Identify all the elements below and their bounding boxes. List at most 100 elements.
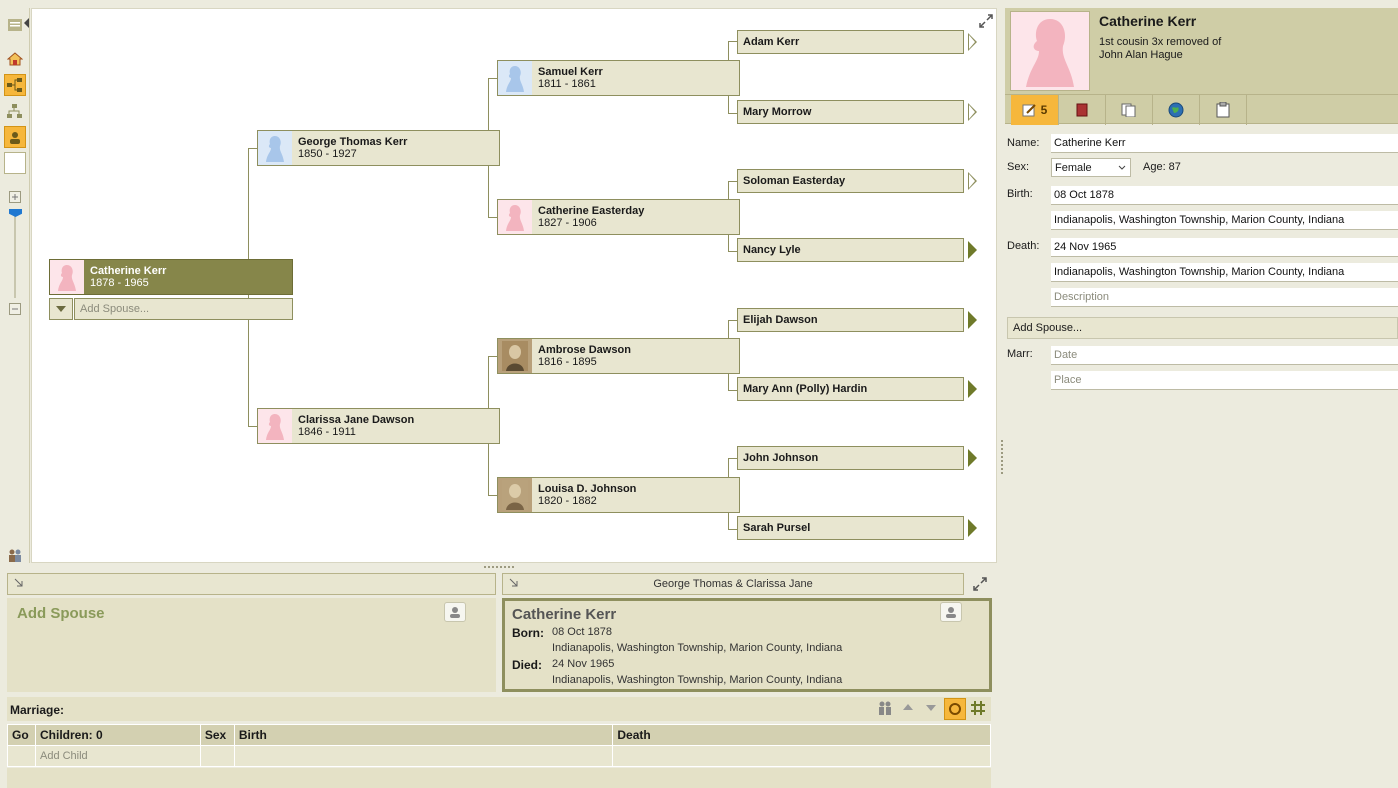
maximize-family-icon[interactable] [970,574,990,594]
tree-great-grandparent[interactable]: Mary Morrow [737,100,964,124]
add-spouse-link[interactable]: Add Spouse... [74,298,293,320]
tree-grandparent[interactable]: Samuel Kerr 1811 - 1861 [497,60,740,96]
tree-great-grandparent[interactable]: Sarah Pursel [737,516,964,540]
tree-great-grandparent[interactable]: Adam Kerr [737,30,964,54]
family-members-icon[interactable] [877,700,893,719]
died-place: Indianapolis, Washington Township, Mario… [552,674,843,686]
tab-edit[interactable]: 5 [1011,95,1059,125]
collapse-toolbar-icon[interactable] [24,18,29,28]
person-card[interactable]: Catherine Kerr Born: 08 Oct 1878 Indiana… [502,598,992,692]
go-arrow-icon [14,578,24,591]
person-name: George Thomas Kerr [298,136,408,148]
expand-arrow-icon[interactable] [968,519,977,537]
marriage-label: Marriage: [10,703,65,717]
col-birth[interactable]: Birth [233,724,614,746]
marriage-bar: Marriage: [7,697,991,721]
expand-arrow-icon[interactable] [968,449,977,467]
tree-great-grandparent[interactable]: Nancy Lyle [737,238,964,262]
table-cell [612,745,991,767]
person-avatar-icon[interactable] [940,602,962,622]
spouse-dropdown-button[interactable] [49,298,73,320]
tree-root-person[interactable]: Catherine Kerr 1878 - 1965 [49,259,293,295]
splitter-grip[interactable] [1001,440,1003,474]
male-silhouette-icon [258,131,292,165]
pedigree-tree-canvas: Catherine Kerr 1878 - 1965 Add Spouse...… [31,8,997,563]
spouse-parents-bar[interactable] [7,573,496,595]
death-date-field[interactable] [1051,238,1398,257]
chevron-down-icon [56,306,66,312]
add-child-link[interactable]: Add Child [34,745,201,767]
tree-grandparent[interactable]: Ambrose Dawson 1816 - 1895 [497,338,740,374]
menu-icon[interactable] [4,14,26,36]
parents-names: George Thomas & Clarissa Jane [653,578,813,590]
birth-place-field[interactable] [1051,211,1398,230]
splitter-grip[interactable] [484,566,514,568]
col-death[interactable]: Death [612,724,991,746]
tree-great-grandparent[interactable]: John Johnson [737,446,964,470]
expand-arrow-icon[interactable] [968,380,977,398]
death-place-field[interactable] [1051,263,1398,282]
pedigree-view-icon[interactable] [4,74,26,96]
expand-arrow-icon[interactable] [968,33,977,51]
relationship-line2: John Alan Hague [1099,49,1183,61]
expand-arrow-icon[interactable] [968,311,977,329]
col-go[interactable]: Go [7,724,36,746]
expand-arrow-icon[interactable] [968,103,977,121]
portrait-photo [498,478,532,512]
tree-grandparent[interactable]: Catherine Easterday 1827 - 1906 [497,199,740,235]
tree-mother[interactable]: Clarissa Jane Dawson 1846 - 1911 [257,408,500,444]
tab-notes[interactable] [1059,95,1106,125]
zoom-out-icon[interactable] [4,298,26,320]
zoom-in-icon[interactable] [4,186,26,208]
sort-children-icon[interactable] [944,698,966,720]
person-name: Ambrose Dawson [538,344,631,356]
born-label: Born: [512,626,544,640]
add-spouse-button[interactable]: Add Spouse... [1007,317,1398,339]
zoom-slider-thumb[interactable] [9,209,22,217]
birth-date-field[interactable] [1051,186,1398,205]
expand-arrow-icon[interactable] [968,172,977,190]
move-down-icon[interactable] [926,705,936,711]
marriage-place-field[interactable] [1051,371,1398,390]
tab-web[interactable] [1153,95,1200,125]
marriage-date-field[interactable] [1051,346,1398,365]
tree-grandparent[interactable]: Louisa D. Johnson 1820 - 1882 [497,477,740,513]
blank-view-icon[interactable] [4,152,26,174]
spouse-card[interactable]: Add Spouse [7,598,496,692]
female-silhouette-icon[interactable] [1010,11,1090,91]
add-spouse-title[interactable]: Add Spouse [17,605,105,622]
died-label: Died: [512,658,542,672]
tab-tasks[interactable] [1200,95,1247,125]
female-silhouette-icon [50,260,84,294]
description-field[interactable] [1051,288,1398,307]
col-sex[interactable]: Sex [199,724,235,746]
parents-bar[interactable]: George Thomas & Clarissa Jane [502,573,964,595]
expand-arrow-icon[interactable] [968,241,977,259]
person-card-name: Catherine Kerr [512,606,617,623]
sex-select[interactable]: Female [1051,158,1131,177]
tree-father[interactable]: George Thomas Kerr 1850 - 1927 [257,130,500,166]
tree-great-grandparent[interactable]: Soloman Easterday [737,169,964,193]
col-children[interactable]: Children: 0 [34,724,201,746]
grid-icon[interactable] [970,700,986,719]
name-field[interactable] [1051,134,1398,153]
home-icon[interactable] [4,48,26,70]
tree-great-grandparent[interactable]: Mary Ann (Polly) Hardin [737,377,964,401]
person-view-icon[interactable] [4,126,26,148]
move-up-icon[interactable] [903,704,913,710]
person-dates: 1827 - 1906 [538,217,597,229]
table-empty-area [7,768,991,788]
person-dates: 1850 - 1927 [298,148,357,160]
person-name: Louisa D. Johnson [538,483,637,495]
zoom-slider-track[interactable] [14,210,16,298]
age-label: Age: 87 [1143,161,1181,173]
person-name: Catherine Kerr [90,265,167,277]
family-view-icon[interactable] [4,544,26,566]
descendant-view-icon[interactable] [4,100,26,122]
person-avatar-icon[interactable] [444,602,466,622]
maximize-tree-icon[interactable] [976,11,996,31]
tree-great-grandparent[interactable]: Elijah Dawson [737,308,964,332]
sex-value: Female [1055,162,1092,174]
tab-sources[interactable] [1106,95,1153,125]
clipboard-icon [1216,102,1230,118]
